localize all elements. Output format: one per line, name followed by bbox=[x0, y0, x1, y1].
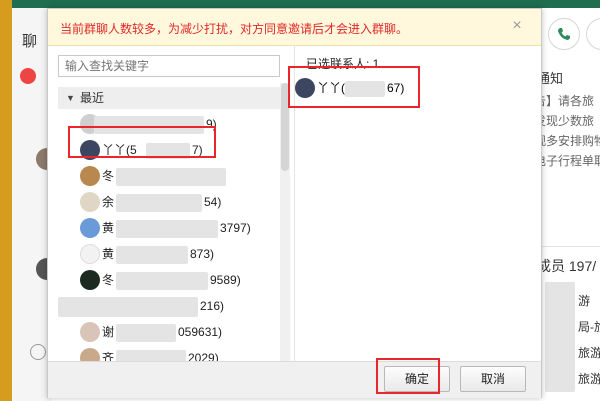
app-edge-strip bbox=[0, 0, 12, 401]
redacted-name bbox=[58, 297, 198, 317]
chat-header-title: 聊 bbox=[22, 33, 38, 50]
contact-id-suffix: 216) bbox=[200, 299, 225, 313]
warning-text: 当前群聊人数较多，为减少打扰，对方同意邀请后才会进入群聊。 bbox=[60, 22, 409, 36]
group-header[interactable]: ▼ 最近 bbox=[58, 87, 280, 109]
redacted-id bbox=[116, 246, 188, 264]
redacted-name bbox=[94, 116, 204, 134]
notice-line: 告】请各旅 bbox=[534, 94, 595, 108]
contact-name: 余 bbox=[102, 195, 115, 209]
list-item[interactable]: 216) bbox=[58, 293, 280, 319]
redacted-id bbox=[146, 143, 190, 159]
group-label: 最近 bbox=[80, 91, 105, 105]
notice-line: 发现少数旅 bbox=[534, 114, 595, 128]
list-item[interactable]: 黄 873) bbox=[58, 241, 280, 267]
list-item[interactable]: 9) bbox=[58, 111, 280, 137]
members-count: 成员 197/ bbox=[537, 258, 597, 274]
close-icon[interactable]: × bbox=[510, 18, 524, 34]
contact-id-suffix: 9589) bbox=[210, 273, 241, 287]
avatar bbox=[80, 270, 100, 290]
member-item[interactable]: 旅游 bbox=[578, 370, 600, 387]
member-item[interactable]: 旅游 bbox=[578, 344, 600, 361]
selected-item[interactable]: 丫丫( 67) bbox=[293, 75, 413, 101]
contact-id-suffix: 9) bbox=[206, 117, 217, 131]
selected-contact-name: 丫丫( bbox=[317, 81, 345, 95]
contact-name: 冬 bbox=[102, 169, 115, 183]
caret-down-icon: ▼ bbox=[66, 93, 75, 103]
contact-id-suffix: 3797) bbox=[220, 221, 251, 235]
contact-name: 谢 bbox=[102, 325, 115, 339]
avatar bbox=[80, 140, 100, 160]
list-item[interactable]: 冬 bbox=[58, 163, 280, 189]
list-item[interactable]: 丫丫(5 7) bbox=[58, 137, 280, 163]
contact-name: 黄 bbox=[102, 221, 115, 235]
app-title-bar bbox=[12, 0, 600, 8]
contact-id-suffix: 67) bbox=[387, 81, 405, 95]
contact-id-suffix: 873) bbox=[190, 247, 215, 261]
contact-id-suffix: 54) bbox=[204, 195, 222, 209]
confirm-button[interactable]: 确定 bbox=[384, 366, 450, 392]
selected-count-label: 已选联系人: 1 bbox=[306, 57, 380, 71]
search-input[interactable] bbox=[58, 55, 280, 77]
contact-id-suffix: 7) bbox=[192, 143, 203, 157]
scrollbar-thumb[interactable] bbox=[281, 83, 289, 171]
redacted-id bbox=[345, 81, 385, 97]
list-item[interactable]: 黄 3797) bbox=[58, 215, 280, 241]
notice-line: 电子行程单取 bbox=[534, 154, 600, 168]
redacted-id bbox=[116, 272, 208, 290]
member-item[interactable]: 局-旅 bbox=[578, 318, 600, 335]
avatar bbox=[80, 192, 100, 212]
contact-list: ▼ 最近 9) 丫丫(5 7) 冬 余 54) 黄 3797) 黄 873) 冬… bbox=[58, 83, 290, 365]
app-logo-icon bbox=[20, 68, 36, 84]
redacted-id bbox=[116, 194, 202, 212]
warning-banner: 当前群聊人数较多，为减少打扰，对方同意邀请后才会进入群聊。 × bbox=[48, 9, 541, 46]
contact-name: 黄 bbox=[102, 247, 115, 261]
list-item[interactable]: 余 54) bbox=[58, 189, 280, 215]
list-item[interactable]: 谢 059631) bbox=[58, 319, 280, 345]
avatar bbox=[80, 218, 100, 238]
phone-icon bbox=[558, 28, 570, 40]
list-item[interactable]: 冬 9589) bbox=[58, 267, 280, 293]
redacted-id bbox=[116, 324, 176, 342]
avatar bbox=[80, 322, 100, 342]
contact-name: 冬 bbox=[102, 273, 115, 287]
notice-line: 观多安排购物 bbox=[534, 134, 600, 148]
avatar bbox=[295, 78, 315, 98]
avatar bbox=[80, 166, 100, 186]
contact-id-suffix: 059631) bbox=[178, 325, 223, 339]
cancel-button[interactable]: 取消 bbox=[460, 366, 526, 392]
member-item[interactable]: 游 bbox=[578, 292, 590, 309]
avatar bbox=[80, 244, 100, 264]
chat-list-column bbox=[12, 8, 52, 401]
contact-name: 丫丫(5 bbox=[102, 143, 137, 157]
phone-call-button[interactable] bbox=[548, 18, 580, 50]
emoji-icon[interactable] bbox=[30, 344, 46, 360]
redacted-id bbox=[116, 220, 218, 238]
redacted-id bbox=[116, 168, 226, 186]
redacted-area bbox=[545, 282, 575, 392]
invite-dialog: 当前群聊人数较多，为减少打扰，对方同意邀请后才会进入群聊。 × ▼ 最近 9) … bbox=[47, 8, 542, 398]
